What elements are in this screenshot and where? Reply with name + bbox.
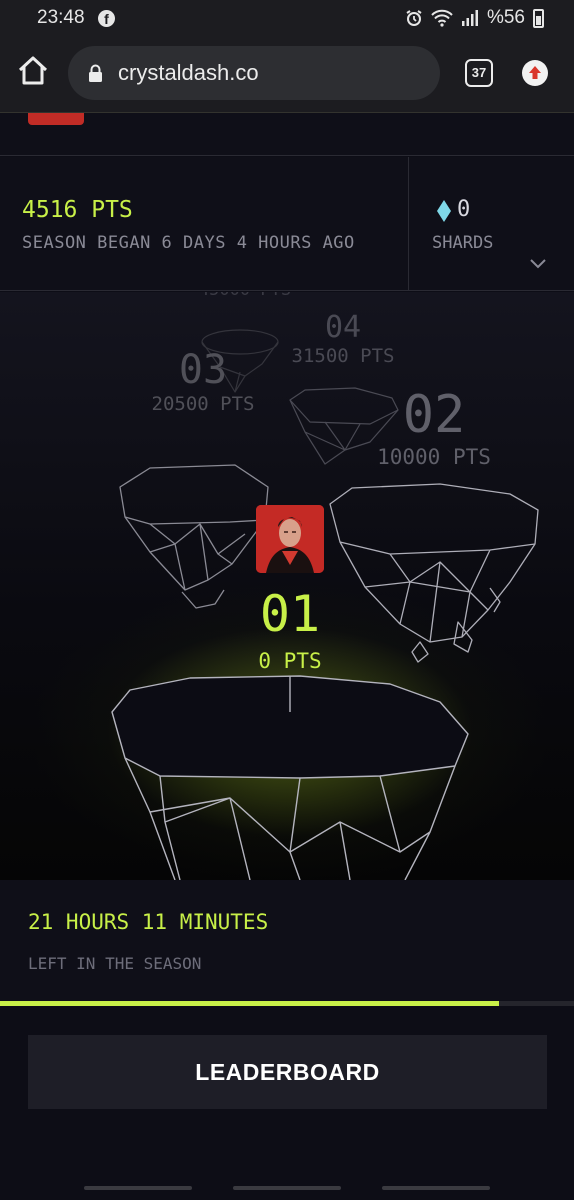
page-content: 4516 PTS SEASON BEGAN 6 DAYS 4 HOURS AGO… xyxy=(0,112,574,1200)
address-bar[interactable]: crystaldash.co xyxy=(68,46,440,100)
wifi-icon xyxy=(431,9,453,27)
browser-toolbar: crystaldash.co 37 xyxy=(0,36,574,112)
bottom-actions: LEADERBOARD xyxy=(0,1006,574,1200)
home-icon[interactable] xyxy=(16,54,50,88)
expand-stats-button[interactable] xyxy=(514,245,562,285)
rank-02-points: 10000 PTS xyxy=(377,445,491,469)
player-portrait-icon xyxy=(256,505,324,573)
rank-01-number: 01 xyxy=(259,585,321,643)
nav-handle-right[interactable] xyxy=(382,1186,490,1190)
mini-avatar[interactable] xyxy=(28,113,84,125)
rank-01: 01 0 PTS xyxy=(220,585,360,673)
season-stats: 4516 PTS SEASON BEGAN 6 DAYS 4 HOURS AGO… xyxy=(0,157,574,291)
chevron-down-icon xyxy=(530,259,546,269)
shards-value: 0 xyxy=(457,197,471,222)
rank-04-points: 31500 PTS xyxy=(291,345,395,367)
shard-icon xyxy=(437,200,451,222)
status-icons: %56 xyxy=(405,7,544,29)
shards-label: SHARDS xyxy=(432,233,494,253)
lock-icon xyxy=(89,64,102,82)
rank-05: 45000 PTS xyxy=(170,292,320,300)
season-timer: 21 HOURS 11 MINUTES LEFT IN THE SEASON xyxy=(0,880,574,1006)
nav-handle-left[interactable] xyxy=(84,1186,192,1190)
time-left-value: 21 HOURS 11 MINUTES xyxy=(28,910,269,934)
podium-area: 45000 PTS 04 31500 PTS 03 20500 PTS 02 1… xyxy=(0,292,574,880)
rank-03-points: 20500 PTS xyxy=(151,393,255,415)
system-nav-bar xyxy=(0,1186,574,1200)
platform-02 xyxy=(329,483,539,663)
rank-04-number: 04 xyxy=(324,310,362,345)
alarm-icon xyxy=(406,10,422,26)
status-bar: 23:48 f %56 xyxy=(0,0,574,36)
tab-switcher-button[interactable]: 37 xyxy=(465,59,493,87)
nav-handle-center[interactable] xyxy=(233,1186,341,1190)
player-avatar[interactable] xyxy=(256,505,324,573)
url-text: crystaldash.co xyxy=(118,60,259,85)
rank-02: 02 10000 PTS xyxy=(372,385,496,469)
platform-01 xyxy=(111,675,469,880)
status-time: 23:48 xyxy=(37,7,85,28)
header-strip xyxy=(0,112,574,156)
rank-05-points: 45000 PTS xyxy=(170,292,320,300)
browser-menu-button[interactable] xyxy=(522,60,548,86)
update-arrow-icon xyxy=(529,66,541,79)
signal-icon xyxy=(461,10,478,26)
rank-04: 04 31500 PTS xyxy=(280,310,406,367)
battery-percent: %56 xyxy=(486,7,525,28)
rank-02-number: 02 xyxy=(402,385,466,445)
battery-icon xyxy=(533,8,544,28)
facebook-icon: f xyxy=(98,10,115,27)
stats-divider xyxy=(408,157,409,291)
leaderboard-button[interactable]: LEADERBOARD xyxy=(28,1035,547,1109)
time-left-label: LEFT IN THE SEASON xyxy=(28,954,202,973)
rank-03-number: 03 xyxy=(178,347,228,393)
season-started-text: SEASON BEGAN 6 DAYS 4 HOURS AGO xyxy=(22,233,355,253)
rank-01-points: 0 PTS xyxy=(258,649,322,673)
rank-03: 03 20500 PTS xyxy=(140,347,266,415)
points-value: 4516 PTS xyxy=(22,197,133,223)
